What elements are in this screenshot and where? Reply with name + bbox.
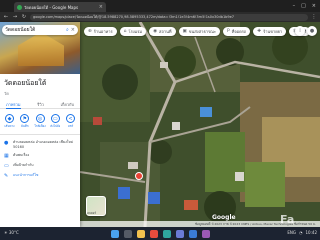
place-panel: วัดดอยน้อยใต้ ⌕ × วัดดอยน้อยใต้ วัด ภาพร… — [0, 22, 80, 227]
reload-icon[interactable]: ↻ — [21, 14, 27, 20]
label-icon: ▭ — [4, 163, 9, 169]
attraction-icon: ◉ — [153, 29, 158, 34]
panel-tabs: ภาพรวม รีวิว เกี่ยวกับ — [0, 97, 80, 109]
directions-icon: ◆ — [5, 114, 14, 123]
browser-tabbar: วัดดอยน้อยใต้ - Google Maps × – □ × — [0, 0, 320, 12]
photos-icon[interactable] — [201, 229, 210, 238]
share-button[interactable]: < แชร์ — [64, 114, 77, 129]
chip-label: ที่จอดรถ — [231, 29, 247, 34]
google-logo: Google — [212, 214, 236, 221]
place-category: วัด — [4, 91, 9, 96]
chip-hotels[interactable]: ⌂ โรงแรม — [119, 27, 147, 36]
chip-restaurants[interactable]: ⊕ ร้านอาหาร — [84, 27, 117, 36]
map-top-right-controls: ⁞ ● — [295, 26, 317, 36]
plus-code-icon: ▦ — [4, 153, 9, 159]
hotel-icon: ⌂ — [123, 29, 127, 34]
address-text: ตำบลดอยหล่อ อำเภอดอยหล่อ เชียงใหม่ 50160 — [13, 140, 74, 149]
maps-favicon-icon — [17, 4, 22, 10]
edge-icon[interactable] — [162, 229, 171, 238]
tab-about[interactable]: เกี่ยวกับ — [61, 101, 74, 108]
add-label-row[interactable]: ▭ เพิ่มป้ายกำกับ — [0, 161, 80, 171]
close-tab-icon[interactable]: × — [99, 4, 103, 10]
action-buttons: ◆ เส้นทาง ⚑ บันทึก ◎ ใกล้เคียง ▭ ส่งไปยั… — [0, 109, 80, 129]
bookmark-icon: ⚑ — [20, 114, 30, 123]
layers-label: เลเยอร์ — [87, 211, 97, 215]
system-tray: ENG ◔ 10:42 — [287, 230, 317, 235]
map-attribution: ข้อมูลแผนที่ ©2023 ภาพ ©2023 CNES / Airb… — [194, 221, 316, 226]
clock[interactable]: 10:42 — [305, 230, 317, 235]
send-to-phone-button[interactable]: ▭ ส่งไปยัง — [49, 114, 62, 129]
pharmacy-icon: ✚ — [257, 29, 262, 34]
chip-pharmacy[interactable]: ✚ ร้านขายยา — [253, 27, 287, 36]
search-taskbar-icon[interactable] — [123, 229, 132, 238]
chip-attractions[interactable]: ◉ สถานที่ — [149, 27, 176, 36]
start-icon[interactable] — [110, 229, 119, 238]
action-label: เส้นทาง — [4, 124, 15, 128]
chip-label: สถานที่ — [159, 29, 172, 34]
action-label: ส่งไปยัง — [50, 124, 61, 128]
action-label: แชร์ — [67, 124, 74, 128]
close-window-button[interactable]: × — [312, 3, 316, 9]
mail-icon[interactable] — [188, 229, 197, 238]
search-icon[interactable]: ⌕ — [66, 27, 69, 33]
chip-transit[interactable]: ▣ ขนส่งสาธารณะ — [178, 27, 221, 36]
chip-label: ร้านอาหาร — [93, 29, 113, 34]
address-bar: ← → ↻ google.com/maps/place/วัดดอยน้อยใต… — [0, 12, 320, 22]
place-photo[interactable]: วัดดอยน้อยใต้ ⌕ × — [0, 22, 80, 74]
plus-code-text: ค้นพบเรื่อง — [13, 153, 30, 157]
suggest-edit-row[interactable]: ✎ แนะนำการแก้ไข — [0, 171, 80, 181]
minimize-button[interactable]: – — [293, 3, 296, 9]
transit-icon: ▣ — [182, 29, 187, 34]
temple-photo-shape — [18, 32, 64, 66]
nearby-icon: ◎ — [35, 114, 45, 123]
tab-overview[interactable]: ภาพรวม — [6, 101, 21, 109]
taskbar: ☀ 30°C ENG ◔ 10:42 — [0, 227, 320, 240]
screen: วัดดอยน้อยใต้ - Google Maps × – □ × ← → … — [0, 0, 320, 240]
address-row[interactable]: ● ตำบลดอยหล่อ อำเภอดอยหล่อ เชียงใหม่ 501… — [0, 138, 80, 151]
save-button[interactable]: ⚑ บันทึก — [18, 114, 31, 129]
extensions-icon[interactable]: ⋮ — [311, 14, 317, 20]
divider — [0, 134, 80, 135]
action-label: ใกล้เคียง — [34, 124, 46, 128]
restaurant-icon: ⊕ — [88, 29, 92, 34]
add-label-text: เพิ่มป้ายกำกับ — [13, 163, 34, 167]
nearby-button[interactable]: ◎ ใกล้เคียง — [34, 114, 47, 129]
location-icon: ● — [4, 140, 9, 146]
back-icon[interactable]: ← — [3, 14, 9, 20]
file-explorer-icon[interactable] — [136, 229, 145, 238]
share-icon: < — [66, 114, 75, 123]
place-pin-icon[interactable] — [135, 172, 143, 180]
suggest-edit-link[interactable]: แนะนำการแก้ไข — [13, 173, 38, 178]
chip-label: ร้านขายยา — [263, 29, 283, 34]
chip-label: โรงแรม — [128, 29, 143, 34]
edit-icon: ✎ — [4, 173, 9, 179]
place-title: วัดดอยน้อยใต้ — [4, 79, 47, 87]
phone-icon: ▭ — [50, 114, 60, 123]
directions-button[interactable]: ◆ เส้นทาง — [3, 114, 16, 129]
forward-icon[interactable]: → — [12, 14, 18, 20]
url-text: google.com/maps/place/วัดดอยน้อยใต้/@18.… — [33, 15, 234, 19]
search-box[interactable]: วัดดอยน้อยใต้ ⌕ × — [2, 25, 78, 35]
network-icon[interactable]: ◔ — [299, 230, 303, 235]
weather-widget[interactable]: ☀ 30°C — [4, 230, 19, 235]
store-icon[interactable] — [175, 229, 184, 238]
chip-label: ขนส่งสาธารณะ — [188, 29, 217, 34]
plus-code-row[interactable]: ▦ ค้นพบเรื่อง — [0, 151, 80, 161]
language-indicator[interactable]: ENG — [287, 230, 296, 235]
chrome-icon[interactable] — [149, 229, 158, 238]
account-avatar[interactable]: ● — [307, 26, 317, 36]
url-field[interactable]: google.com/maps/place/วัดดอยน้อยใต้/@18.… — [30, 13, 308, 21]
window-controls: – □ × — [293, 3, 320, 9]
chip-parking[interactable]: P ที่จอดรถ — [223, 27, 251, 36]
category-chips: ⊕ ร้านอาหาร ⌂ โรงแรม ◉ สถานที่ ▣ ขนส่งสา… — [84, 27, 320, 37]
parking-icon: P — [227, 29, 230, 34]
maximize-button[interactable]: □ — [301, 3, 306, 9]
tab-title: วัดดอยน้อยใต้ - Google Maps — [24, 4, 79, 10]
tab-reviews[interactable]: รีวิว — [37, 101, 44, 108]
search-input[interactable]: วัดดอยน้อยใต้ — [5, 26, 64, 34]
action-label: บันทึก — [20, 124, 29, 128]
apps-grid-icon[interactable]: ⁞ — [295, 26, 305, 36]
browser-tab[interactable]: วัดดอยน้อยใต้ - Google Maps × — [14, 2, 106, 12]
close-icon[interactable]: × — [71, 27, 75, 33]
